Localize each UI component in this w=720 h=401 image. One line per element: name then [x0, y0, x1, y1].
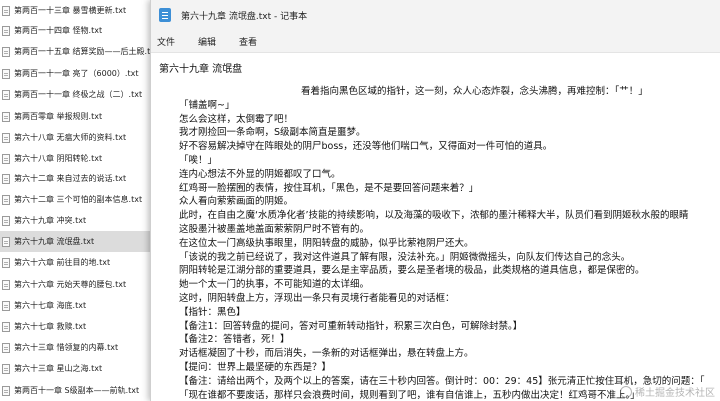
text-file-icon — [2, 132, 10, 143]
text-file-icon — [2, 215, 10, 226]
file-list-item[interactable]: 第六十九章 流氓盘.txt — [0, 231, 150, 252]
text-file-icon — [2, 363, 10, 374]
window-title: 第六十九章 流氓盘.txt - 记事本 — [181, 11, 308, 22]
text-line: 「现在谁都不要废话，那样只会浪费时间，规则看到了吧，谁有自信谁上，五秒内做出决定… — [179, 389, 640, 401]
file-name: 第六十二章 三个可怕的副本信息.txt — [14, 195, 143, 204]
text-line: 好不容易解决掉守在阵眼处的阴尸boss，还没等他们喘口气，又得面对一件可怕的道具… — [179, 141, 553, 153]
file-list-item[interactable]: 第六十六章 元始天尊的腰包.txt — [0, 274, 150, 295]
text-file-icon — [2, 173, 10, 184]
file-name: 第两百一十一章 亮了（6000）.txt — [14, 69, 139, 78]
file-list-item[interactable]: 第六十六章 前往目的地.txt — [0, 252, 150, 273]
file-list-item[interactable]: 第两百一十一章 终极之战（二）.txt — [0, 84, 150, 105]
file-name: 第六十九章 冲突.txt — [14, 216, 87, 225]
file-list-item[interactable]: 第六十七章 救赎.txt — [0, 316, 150, 337]
file-list-item[interactable]: 第六十三章 惜领复的内幕.txt — [0, 337, 150, 358]
text-file-icon — [2, 321, 10, 332]
file-name: 第两百一十五章 结算奖励——后土殿.txt — [14, 47, 150, 56]
file-list-item[interactable]: 第两百一十五章 结算奖励——后土殿.txt — [0, 41, 150, 62]
file-name: 第六十六章 前往目的地.txt — [14, 258, 111, 267]
text-editor-area[interactable]: 第六十九章 流氓盘看着指向黑色区域的指针，这一刻，众人心态炸裂，念头沸腾，再难控… — [151, 53, 720, 401]
file-explorer-list: 第两百一十三章 暴雪横更新.txt 第两百一十四章 怪物.txt 第两百一十五章 结… — [0, 0, 150, 401]
file-list-item[interactable]: 第六十三章 星山之海.txt — [0, 358, 150, 379]
text-file-icon — [2, 68, 10, 79]
file-name: 第两百零章 举报规则.txt — [14, 112, 103, 121]
file-list-item[interactable]: 第两百一十四章 怪物.txt — [0, 20, 150, 41]
notepad-window: 第六十九章 流氓盘.txt - 记事本 文件 编辑 查看 第六十九章 流氓盘看着… — [150, 0, 720, 401]
text-file-icon — [2, 279, 10, 290]
text-file-icon — [2, 46, 10, 57]
text-file-icon — [2, 153, 10, 164]
file-list-item[interactable]: 第两百零章 举报规则.txt — [0, 106, 150, 127]
file-name: 第六十八章 阴阳转轮.txt — [14, 154, 103, 163]
file-name: 第两百一十三章 暴雪横更新.txt — [14, 6, 127, 15]
file-list-item[interactable]: 第六十七章 海底.txt — [0, 295, 150, 316]
text-file-icon — [2, 342, 10, 353]
text-file-icon — [2, 257, 10, 268]
file-name: 第两百一十一章 终极之战（二）.txt — [14, 90, 143, 99]
file-list-item[interactable]: 第六十二章 三个可怕的副本信息.txt — [0, 189, 150, 210]
file-name: 第六十三章 惜领复的内幕.txt — [14, 343, 119, 352]
file-name: 第六十二章 来自过去的说话.txt — [14, 174, 127, 183]
file-list-item[interactable]: 第六十八章 无瘟大师的资料.txt — [0, 127, 150, 148]
title-bar[interactable]: 第六十九章 流氓盘.txt - 记事本 — [151, 0, 720, 30]
file-name: 第六十九章 流氓盘.txt — [14, 237, 95, 246]
menu-view[interactable]: 查看 — [239, 35, 257, 48]
file-list-item[interactable]: 第两百一十一章 亮了（6000）.txt — [0, 63, 150, 84]
menu-file[interactable]: 文件 — [157, 35, 175, 48]
menu-edit[interactable]: 编辑 — [198, 35, 216, 48]
watermark-text: 稀土掘金技术社区 — [635, 388, 715, 399]
watermark-logo-icon — [620, 385, 632, 398]
file-name: 第六十八章 无瘟大师的资料.txt — [14, 133, 127, 142]
menu-bar: 文件 编辑 查看 — [151, 30, 720, 53]
file-name: 第六十七章 救赎.txt — [14, 322, 87, 331]
file-list-item[interactable]: 第六十八章 阴阳转轮.txt — [0, 148, 150, 169]
file-name: 第六十六章 元始天尊的腰包.txt — [14, 280, 127, 289]
text-file-icon — [2, 300, 10, 311]
notepad-app-icon — [159, 8, 171, 22]
file-name: 第两百十一章 S级副本——前轨.txt — [14, 386, 140, 395]
file-name: 第六十七章 海底.txt — [14, 301, 87, 310]
text-file-icon — [2, 236, 10, 247]
text-file-icon — [2, 5, 10, 16]
text-file-icon — [2, 385, 10, 396]
chapter-title-line: 第六十九章 流氓盘 — [159, 64, 243, 75]
file-name: 第六十三章 星山之海.txt — [14, 364, 103, 373]
text-file-icon — [2, 25, 10, 36]
file-list-item[interactable]: 第两百十一章 S级副本——前轨.txt — [0, 380, 150, 401]
file-list-item[interactable]: 第六十二章 来自过去的说话.txt — [0, 168, 150, 189]
file-list-item[interactable]: 第六十九章 冲突.txt — [0, 210, 150, 231]
site-watermark: 稀土掘金技术社区 — [620, 384, 715, 399]
file-name: 第两百一十四章 怪物.txt — [14, 26, 103, 35]
text-file-icon — [2, 194, 10, 205]
text-file-icon — [2, 89, 10, 100]
file-list-item[interactable]: 第两百一十三章 暴雪横更新.txt — [0, 0, 150, 21]
text-line: 看着指向黑色区域的指针，这一刻，众人心态炸裂，念头沸腾，再难控制：「艹！」 — [301, 86, 648, 97]
text-file-icon — [2, 111, 10, 122]
